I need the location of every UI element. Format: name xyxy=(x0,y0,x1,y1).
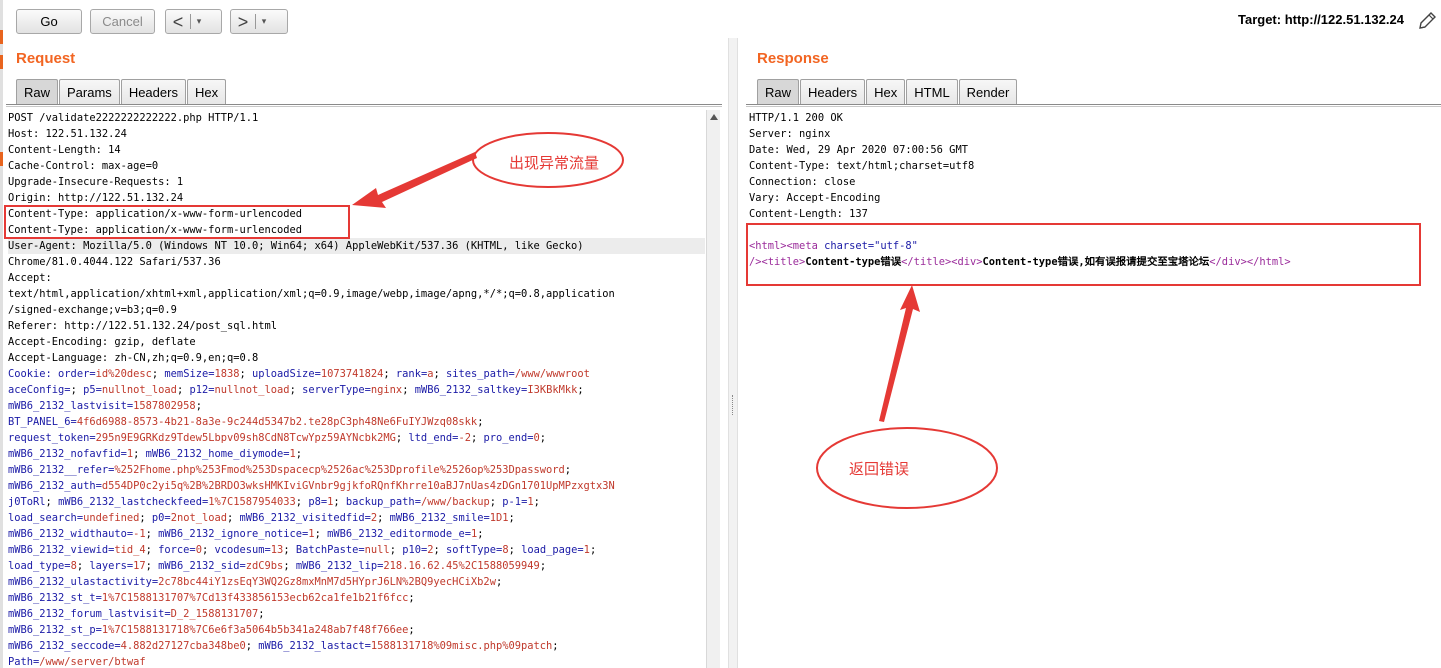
scroll-up-icon[interactable] xyxy=(710,114,718,120)
request-line: Content-Length: 14 xyxy=(8,144,121,156)
cookie-line: mWB6_2132_viewid=tid_4; force=0; vcodesu… xyxy=(8,544,597,556)
tab-underline xyxy=(746,104,1441,107)
request-line: /signed-exchange;v=b3;q=0.9 xyxy=(8,304,177,316)
cookie-line: load_search=undefined; p0=2not_load; mWB… xyxy=(8,512,515,524)
panel-splitter[interactable] xyxy=(728,38,738,668)
cookie-line: mWB6_2132__refer=%252Fhome.php%253Fmod%2… xyxy=(8,464,572,476)
request-title: Request xyxy=(16,50,76,67)
request-tabs: Raw Params Headers Hex xyxy=(16,79,227,105)
request-tab-headers[interactable]: Headers xyxy=(120,79,186,105)
cookie-line: request_token=295n9E9GRKdz9Tdew5Lbpv09sh… xyxy=(8,432,547,444)
request-tab-hex[interactable]: Hex xyxy=(186,79,227,105)
request-line: Upgrade-Insecure-Requests: 1 xyxy=(8,176,184,188)
response-tabs: Raw Headers Hex HTML Render xyxy=(757,79,1018,105)
splitter-grip xyxy=(732,395,734,415)
cookie-line: mWB6_2132_auth=d554DP0c2yi5q%2B%2BRDO3wk… xyxy=(8,480,615,492)
response-arrow xyxy=(879,285,920,422)
back-button[interactable]: < ▾ xyxy=(165,9,222,34)
forward-arrow-icon: > xyxy=(237,11,249,32)
request-line: Chrome/81.0.4044.122 Safari/537.36 xyxy=(8,256,221,268)
request-line: Referer: http://122.51.132.24/post_sql.h… xyxy=(8,320,277,332)
cookie-line: mWB6_2132_st_p=1%7C1588131718%7C6e6f3a50… xyxy=(8,624,415,636)
request-note: 出现异常流量 xyxy=(509,154,600,172)
response-body-highlight-box xyxy=(746,223,1421,286)
cookie-line: load_type=8; layers=17; mWB6_2132_sid=zd… xyxy=(8,560,547,572)
request-editor[interactable]: POST /validate2222222222222.php HTTP/1.1… xyxy=(8,110,705,668)
cookie-line: aceConfig=; p5=nullnot_load; p12=nullnot… xyxy=(8,384,584,396)
edge-marker xyxy=(0,55,3,69)
response-note: 返回错误 xyxy=(849,460,910,478)
forward-dropdown-icon[interactable]: ▾ xyxy=(256,16,272,27)
response-line: Date: Wed, 29 Apr 2020 07:00:56 GMT xyxy=(749,144,968,156)
response-line: Content-Type: text/html;charset=utf8 xyxy=(749,160,975,172)
window-edge xyxy=(0,0,3,668)
cookie-line: mWB6_2132_widthauto=-1; mWB6_2132_ignore… xyxy=(8,528,484,540)
response-line: Server: nginx xyxy=(749,128,831,140)
request-line: Accept-Language: zh-CN,zh;q=0.9,en;q=0.8 xyxy=(8,352,259,364)
forward-button[interactable]: > ▾ xyxy=(230,9,288,34)
content-type-highlight-box xyxy=(4,205,350,239)
cookie-line: mWB6_2132_forum_lastvisit=D_2_1588131707… xyxy=(8,608,265,620)
cancel-button[interactable]: Cancel xyxy=(90,9,155,34)
response-tab-hex[interactable]: Hex xyxy=(866,79,906,105)
request-tab-params[interactable]: Params xyxy=(59,79,120,105)
cookie-line: mWB6_2132_nofavfid=1; mWB6_2132_home_diy… xyxy=(8,448,303,460)
request-line: Accept: xyxy=(8,272,52,284)
request-line: User-Agent: Mozilla/5.0 (Windows NT 10.0… xyxy=(8,238,705,254)
go-button[interactable]: Go xyxy=(16,9,82,34)
response-line: Content-Length: 137 xyxy=(749,208,868,220)
request-line: POST /validate2222222222222.php HTTP/1.1 xyxy=(8,112,259,124)
tab-underline xyxy=(6,104,722,107)
response-tab-raw[interactable]: Raw xyxy=(757,79,800,105)
request-line: Accept-Encoding: gzip, deflate xyxy=(8,336,196,348)
response-line: HTTP/1.1 200 OK xyxy=(749,112,843,124)
request-tab-raw[interactable]: Raw xyxy=(16,79,59,105)
cookie-line: Cookie: order=id%20desc; memSize=1838; u… xyxy=(8,368,590,380)
edge-marker xyxy=(0,152,3,166)
response-tab-headers[interactable]: Headers xyxy=(800,79,866,105)
request-scrollbar[interactable] xyxy=(706,110,720,668)
request-line: text/html,application/xhtml+xml,applicat… xyxy=(8,288,615,300)
request-line: Host: 122.51.132.24 xyxy=(8,128,127,140)
response-tab-render[interactable]: Render xyxy=(958,79,1018,105)
pencil-icon[interactable] xyxy=(1416,10,1438,32)
target-label: Target: http://122.51.132.24 xyxy=(1238,12,1404,27)
cookie-line: mWB6_2132_lastvisit=1587802958; xyxy=(8,400,202,412)
cookie-line: mWB6_2132_st_t=1%7C1588131707%7Cd13f4338… xyxy=(8,592,415,604)
request-line: Cache-Control: max-age=0 xyxy=(8,160,159,172)
cookie-line: mWB6_2132_ulastactivity=2c78bc44iY1zsEqY… xyxy=(8,576,503,588)
back-dropdown-icon[interactable]: ▾ xyxy=(191,16,207,27)
response-tab-html[interactable]: HTML xyxy=(906,79,958,105)
response-line: Connection: close xyxy=(749,176,856,188)
back-arrow-icon: < xyxy=(172,11,184,32)
cookie-line: mWB6_2132_seccode=4.882d27127cba348be0; … xyxy=(8,640,559,652)
cookie-line: j0ToRl; mWB6_2132_lastcheckfeed=1%7C1587… xyxy=(8,496,540,508)
request-line: Origin: http://122.51.132.24 xyxy=(8,192,184,204)
response-line: Vary: Accept-Encoding xyxy=(749,192,881,204)
cookie-line: BT_PANEL_6=4f6d6988-8573-4b21-8a3e-9c244… xyxy=(8,416,484,428)
edge-marker xyxy=(0,30,3,44)
cookie-line: Path=/www/server/btwaf xyxy=(8,656,146,668)
response-title: Response xyxy=(757,50,829,67)
